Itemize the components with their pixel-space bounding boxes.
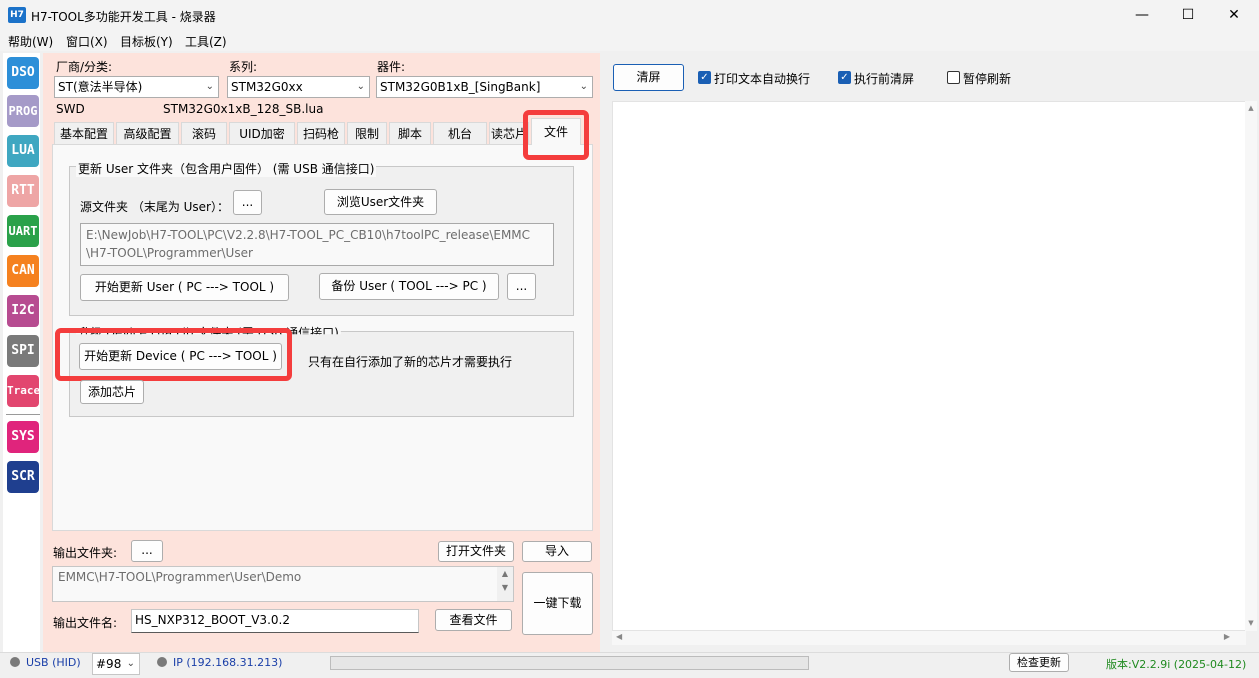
- close-button[interactable]: ✕: [1211, 0, 1257, 31]
- tab-rolling-code[interactable]: 滚码: [181, 122, 227, 144]
- chevron-down-icon: ⌄: [126, 658, 135, 669]
- chevron-down-icon: ⌄: [356, 81, 365, 92]
- backup-dots-button[interactable]: ...: [507, 273, 536, 300]
- device-select-value: STM32G0B1xB_[SingBank]: [380, 80, 541, 94]
- output-path-scrollbar[interactable]: ▲ ▼: [497, 567, 513, 601]
- device-select[interactable]: STM32G0B1xB_[SingBank] ⌄: [376, 76, 593, 98]
- toolbar-lua-button[interactable]: LUA: [7, 135, 39, 167]
- app-icon: H7: [8, 7, 26, 23]
- pause-refresh-checkbox[interactable]: [947, 71, 960, 84]
- toolbar-spi-button[interactable]: SPI: [7, 335, 39, 367]
- vendor-label: 厂商/分类:: [56, 60, 113, 74]
- maximize-button[interactable]: ☐: [1165, 0, 1211, 31]
- port-select[interactable]: #98 ⌄: [92, 653, 140, 675]
- menu-tools[interactable]: 工具(Z): [185, 33, 227, 50]
- output-folder-label: 输出文件夹:: [53, 546, 118, 560]
- window-title: H7-TOOL多功能开发工具 - 烧录器: [31, 10, 216, 24]
- toolbar-trace-button[interactable]: Trace: [7, 375, 40, 407]
- menu-help[interactable]: 帮助(W): [8, 33, 53, 50]
- scroll-down-icon[interactable]: ▼: [1245, 619, 1257, 631]
- toolbar-prog-button[interactable]: PROG: [7, 95, 39, 127]
- update-device-hint: 只有在自行添加了新的芯片才需要执行: [308, 355, 513, 369]
- check-update-button[interactable]: 检查更新: [1009, 653, 1069, 672]
- toolbar-can-button[interactable]: CAN: [7, 255, 39, 287]
- tab-uid-encrypt[interactable]: UID加密: [229, 122, 295, 144]
- output-filename-value: HS_NXP312_BOOT_V3.0.2: [135, 613, 290, 627]
- toolbar-separator: [6, 414, 40, 415]
- backup-user-button[interactable]: 备份 User ( TOOL ---> PC ): [319, 273, 499, 300]
- port-select-value: #98: [96, 657, 122, 671]
- output-filename-input[interactable]: HS_NXP312_BOOT_V3.0.2: [131, 609, 419, 633]
- browse-user-folder-button[interactable]: 浏览User文件夹: [324, 189, 437, 215]
- chevron-down-icon: ⌄: [579, 81, 588, 92]
- ip-status-icon: [157, 657, 167, 667]
- auto-wrap-checkbox[interactable]: ✓: [698, 71, 711, 84]
- series-select[interactable]: STM32G0xx ⌄: [227, 76, 370, 98]
- log-horizontal-scrollbar[interactable]: ◀ ▶: [612, 631, 1246, 645]
- tab-scanner[interactable]: 扫码枪: [297, 122, 345, 144]
- interface-label: SWD: [56, 102, 85, 116]
- output-folder-dots-button[interactable]: ...: [131, 540, 163, 562]
- tab-basic-config[interactable]: 基本配置: [54, 122, 114, 144]
- toolbar-sys-button[interactable]: SYS: [7, 421, 39, 453]
- progress-bar: [330, 656, 809, 670]
- tab-script[interactable]: 脚本: [389, 122, 431, 144]
- tab-advanced-config[interactable]: 高级配置: [116, 122, 179, 144]
- toolbar-dso-button[interactable]: DSO: [7, 57, 39, 89]
- source-folder-path-field[interactable]: E:\NewJob\H7-TOOL\PC\V2.2.8\H7-TOOL_PC_C…: [80, 223, 554, 266]
- toolbar-scr-button[interactable]: SCR: [7, 461, 39, 493]
- log-output-area[interactable]: [612, 101, 1246, 631]
- usb-status-label: USB (HID): [26, 656, 81, 669]
- vendor-select[interactable]: ST(意法半导体) ⌄: [54, 76, 219, 98]
- open-folder-button[interactable]: 打开文件夹: [438, 541, 514, 562]
- series-select-value: STM32G0xx: [231, 80, 303, 94]
- ip-status-label: IP (192.168.31.213): [173, 656, 283, 669]
- output-folder-path: EMMC\H7-TOOL\Programmer\User\Demo: [58, 570, 302, 584]
- toolbar-i2c-button[interactable]: I2C: [7, 295, 39, 327]
- left-toolbar: DSO PROG LUA RTT UART CAN I2C SPI Trace SYS SCR: [3, 53, 40, 652]
- toolbar-uart-button[interactable]: UART: [7, 215, 39, 247]
- view-file-button[interactable]: 查看文件: [435, 609, 512, 631]
- tab-station[interactable]: 机台: [433, 122, 487, 144]
- output-filename-label: 输出文件名:: [53, 616, 118, 630]
- pause-refresh-label: 暂停刷新: [963, 72, 1012, 86]
- usb-status-icon: [10, 657, 20, 667]
- lua-file-label: STM32G0x1xB_128_SB.lua: [163, 102, 324, 116]
- source-folder-label: 源文件夹 （末尾为 User）：: [80, 200, 229, 214]
- auto-wrap-label: 打印文本自动换行: [714, 72, 811, 86]
- minimize-button[interactable]: —: [1119, 0, 1165, 31]
- clear-before-exec-label: 执行前清屏: [854, 72, 915, 86]
- menu-window[interactable]: 窗口(X): [66, 33, 108, 50]
- toolbar-rtt-button[interactable]: RTT: [7, 175, 39, 207]
- one-click-download-button[interactable]: 一键下载: [522, 572, 593, 635]
- highlight-tab-file: [523, 110, 589, 160]
- version-label: 版本:V2.2.9i (2025-04-12): [1106, 658, 1247, 671]
- log-vertical-scrollbar[interactable]: ▲: [1245, 101, 1257, 631]
- tab-limit[interactable]: 限制: [347, 122, 387, 144]
- group-update-user-title: 更新 User 文件夹（包含用户固件） (需 USB 通信接口): [76, 160, 377, 177]
- source-path-line1: E:\NewJob\H7-TOOL\PC\V2.2.8\H7-TOOL_PC_C…: [86, 228, 531, 242]
- series-label: 系列:: [229, 60, 258, 74]
- output-folder-path-field[interactable]: EMMC\H7-TOOL\Programmer\User\Demo: [52, 566, 514, 602]
- clear-screen-button[interactable]: 清屏: [613, 64, 684, 91]
- chevron-down-icon: ⌄: [205, 81, 214, 92]
- highlight-update-device: [55, 328, 292, 381]
- add-chip-button[interactable]: 添加芯片: [80, 380, 144, 404]
- vendor-select-value: ST(意法半导体): [58, 80, 143, 94]
- source-folder-browse-dots-button[interactable]: ...: [233, 190, 262, 215]
- start-update-user-button[interactable]: 开始更新 User ( PC ---> TOOL ): [80, 274, 289, 301]
- device-label: 器件:: [377, 60, 406, 74]
- clear-before-exec-checkbox[interactable]: ✓: [838, 71, 851, 84]
- import-button[interactable]: 导入: [522, 541, 592, 562]
- source-path-line2: \H7-TOOL\Programmer\User: [86, 246, 253, 260]
- menu-target-board[interactable]: 目标板(Y): [120, 33, 173, 50]
